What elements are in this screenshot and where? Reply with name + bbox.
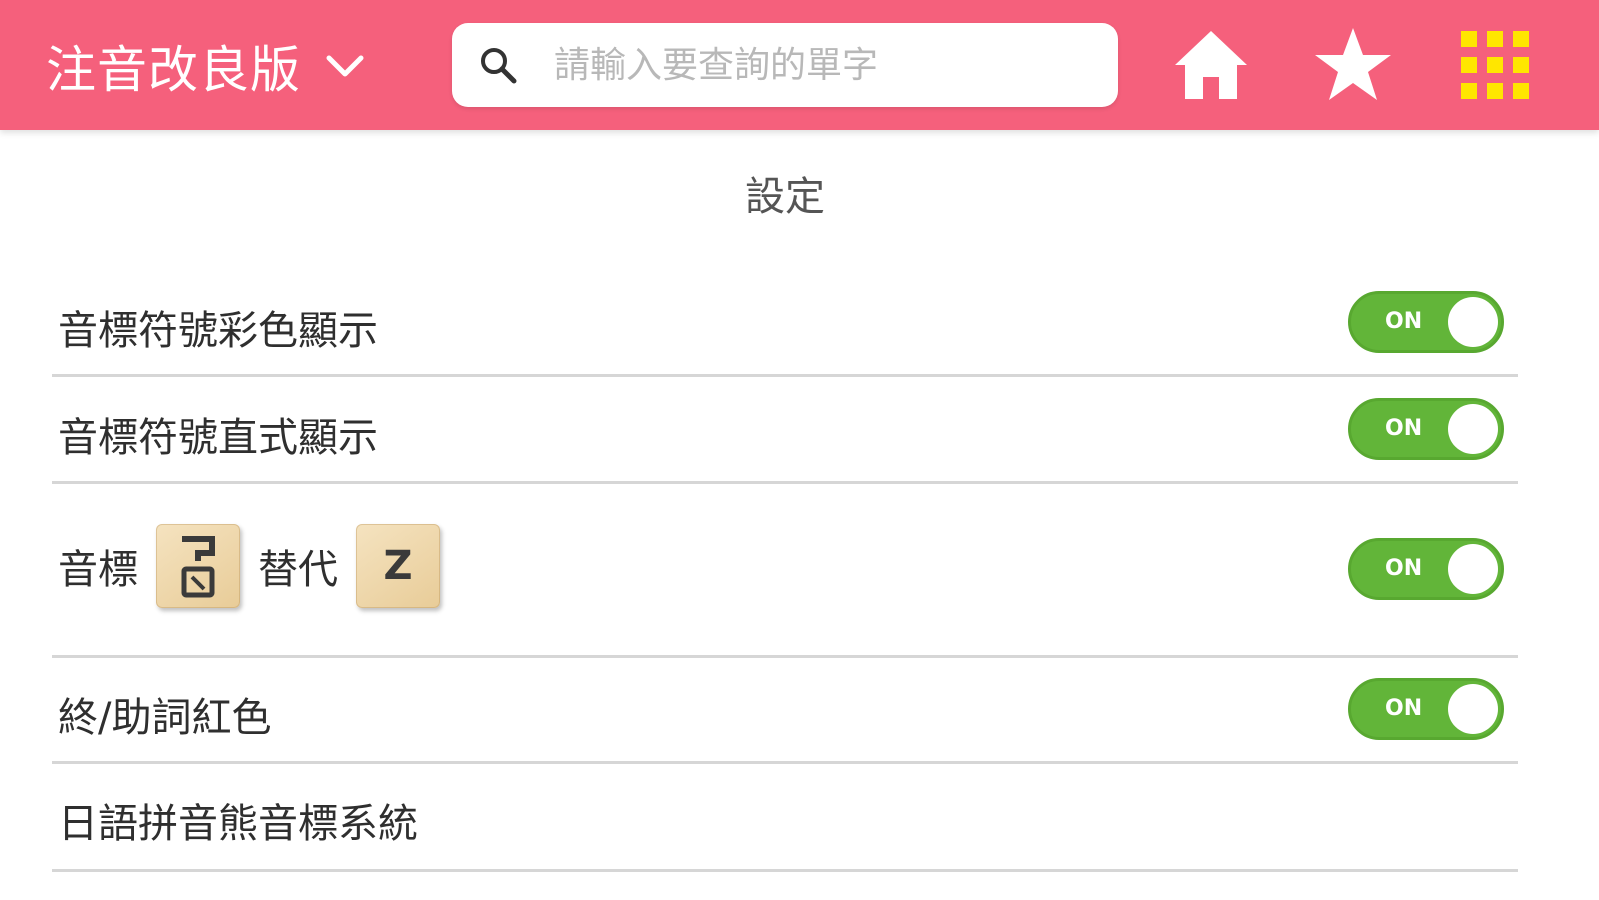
setting-label: 終/助詞紅色 [58, 695, 272, 741]
app-header: 注音改良版 [0, 0, 1599, 130]
chevron-down-icon [323, 44, 367, 88]
grid-menu-icon [1461, 31, 1529, 103]
symbol-replacement-toggle[interactable]: ON [1348, 538, 1504, 600]
toggle-knob [1448, 404, 1498, 454]
toggle-state-label: ON [1385, 556, 1423, 581]
setting-label: 音標符號直式顯示 [58, 415, 378, 461]
setting-label-mid: 替代 [258, 547, 338, 593]
toggle-knob [1448, 297, 1498, 347]
app-title-dropdown[interactable]: 注音改良版 [46, 34, 367, 99]
app-title-label: 注音改良版 [46, 41, 301, 99]
toggle-knob [1448, 684, 1498, 734]
toggle-state-label: ON [1385, 696, 1423, 721]
zhuyin-tile [156, 524, 240, 608]
favorites-button[interactable] [1310, 24, 1396, 110]
toggle-state-label: ON [1385, 416, 1423, 441]
latin-z-tile: Z [356, 524, 440, 608]
symbol-replacement-label: 音標 替代 Z [58, 524, 458, 608]
home-button[interactable] [1168, 24, 1254, 110]
setting-label-prefix: 音標 [58, 547, 138, 593]
apps-menu-button[interactable] [1452, 24, 1538, 110]
toggle-state-label: ON [1385, 309, 1423, 334]
star-icon [1313, 26, 1393, 108]
setting-label: 音標符號彩色顯示 [58, 308, 378, 354]
setting-row-particle-red: 終/助詞紅色 ON [52, 658, 1518, 764]
home-icon [1171, 27, 1251, 107]
color-display-toggle[interactable]: ON [1348, 291, 1504, 353]
vertical-display-toggle[interactable]: ON [1348, 398, 1504, 460]
setting-row-japanese-system[interactable]: 日語拼音熊音標系統 [52, 764, 1518, 872]
setting-row-color-display: 音標符號彩色顯示 ON [52, 270, 1518, 377]
toggle-knob [1448, 544, 1498, 594]
setting-label: 日語拼音熊音標系統 [58, 801, 418, 847]
setting-row-vertical-display: 音標符號直式顯示 ON [52, 377, 1518, 484]
setting-row-symbol-replacement: 音標 替代 Z ON [52, 484, 1518, 658]
search-input[interactable] [552, 43, 1076, 87]
particle-red-toggle[interactable]: ON [1348, 678, 1504, 740]
page-title: 設定 [745, 174, 825, 220]
search-icon[interactable] [478, 42, 524, 88]
search-box [452, 23, 1118, 107]
